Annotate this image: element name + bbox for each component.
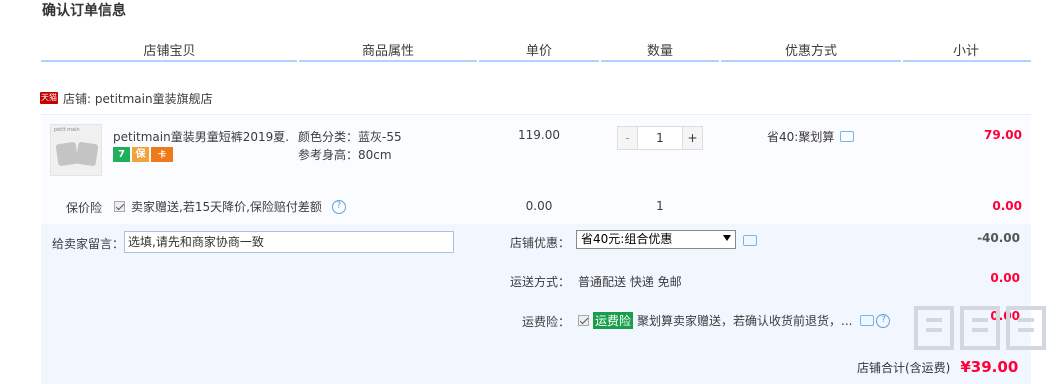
insurance-label: 保价险 [66,201,103,215]
shop-discount-label: 店铺优惠： [510,236,571,250]
header-divider [903,60,1031,62]
shorts-image [55,141,79,167]
product-thumbnail[interactable]: petit main [50,124,102,176]
shop-total: 店铺合计(含运费) ¥39.00 [857,358,1018,376]
header-subtotal: 小计 [952,44,979,59]
header-divider [299,60,477,62]
help-icon[interactable]: ? [876,313,891,328]
shipping-method: 普通配送 快递 免邮 [578,275,682,289]
service-badges: 7 保 卡 [113,147,175,162]
shipping-value: 0.00 [990,271,1020,285]
freight-insurance-label: 运费险： [522,315,571,329]
insurance-text: 卖家赠送,若15天降价,保险赔付差额 [131,200,322,214]
increase-button[interactable]: + [682,127,702,149]
header-divider [479,60,599,62]
chevron-down-icon [723,235,731,241]
header-quantity: 数量 [646,44,673,59]
watermark-icon [914,306,1046,350]
watermark-logo [912,300,1052,356]
header-shop-item: 店铺宝贝 [143,44,196,59]
insurance-price: 0.00 [525,199,553,213]
freight-insurance-row: 运费险 聚划算卖家赠送，若确认收货前退货，... ? [578,312,891,329]
shorts-image [75,141,99,167]
page-title: 确认订单信息 [42,3,126,19]
item-subtotal: 79.00 [984,128,1022,142]
shipping-label: 运送方式： [510,275,571,289]
header-discount: 优惠方式 [784,44,837,59]
seller-message-input[interactable]: 选填,请先和商家协商一致 [124,231,454,253]
header-unit-price: 单价 [525,44,552,59]
quantity-stepper: - 1 + [617,126,703,150]
shop-name-link[interactable]: 店铺: petitmain童装旗舰店 [63,90,213,107]
product-name-link[interactable]: petitmain童装男童短裤2019夏... [113,128,288,145]
unit-price: 119.00 [518,128,560,142]
insurance-row: 卖家赠送,若15天降价,保险赔付差额 ? [114,198,346,215]
freight-insurance-text: 聚划算卖家赠送，若确认收货前退货，... [637,314,853,328]
tmall-icon: 天猫 [40,92,58,104]
shop-total-value: ¥39.00 [960,358,1019,376]
insurance-subtotal: 0.00 [992,199,1022,213]
thumb-brand: petit main [54,127,80,133]
chat-icon[interactable] [840,131,855,142]
header-divider [601,60,719,62]
attr-color: 颜色分类：蓝灰-55 [298,130,402,144]
freight-insurance-tag: 运费险 [593,312,634,329]
discount-text: 省40:聚划算 [767,130,835,144]
seven-day-return-icon[interactable]: 7 [113,147,130,162]
attr-height: 参考身高：80cm [298,148,392,162]
insurance-checkbox[interactable] [114,201,125,212]
shop-total-label: 店铺合计(含运费) [857,361,951,375]
header-divider [721,60,901,62]
decrease-button[interactable]: - [618,127,638,149]
message-label: 给卖家留言： [52,237,125,251]
discount-cell: 省40:聚划算 [767,128,855,145]
header-attributes: 商品属性 [361,44,414,59]
shop-row: 天猫 店铺: petitmain童装旗舰店 [40,88,213,108]
header-divider [41,60,297,62]
shop-discount-selected: 省40元:组合优惠 [581,232,673,246]
help-icon[interactable]: ? [331,199,346,214]
chat-icon[interactable] [743,235,757,246]
shop-discount-select[interactable]: 省40元:组合优惠 [576,230,736,249]
insurance-qty: 1 [656,199,664,213]
guarantee-icon[interactable]: 保 [132,147,149,162]
quantity-input[interactable]: 1 [638,127,682,149]
chat-icon[interactable] [860,315,875,326]
shop-discount-value: -40.00 [977,231,1020,245]
credit-card-icon[interactable]: 卡 [151,147,173,162]
freight-insurance-checkbox[interactable] [578,315,589,326]
